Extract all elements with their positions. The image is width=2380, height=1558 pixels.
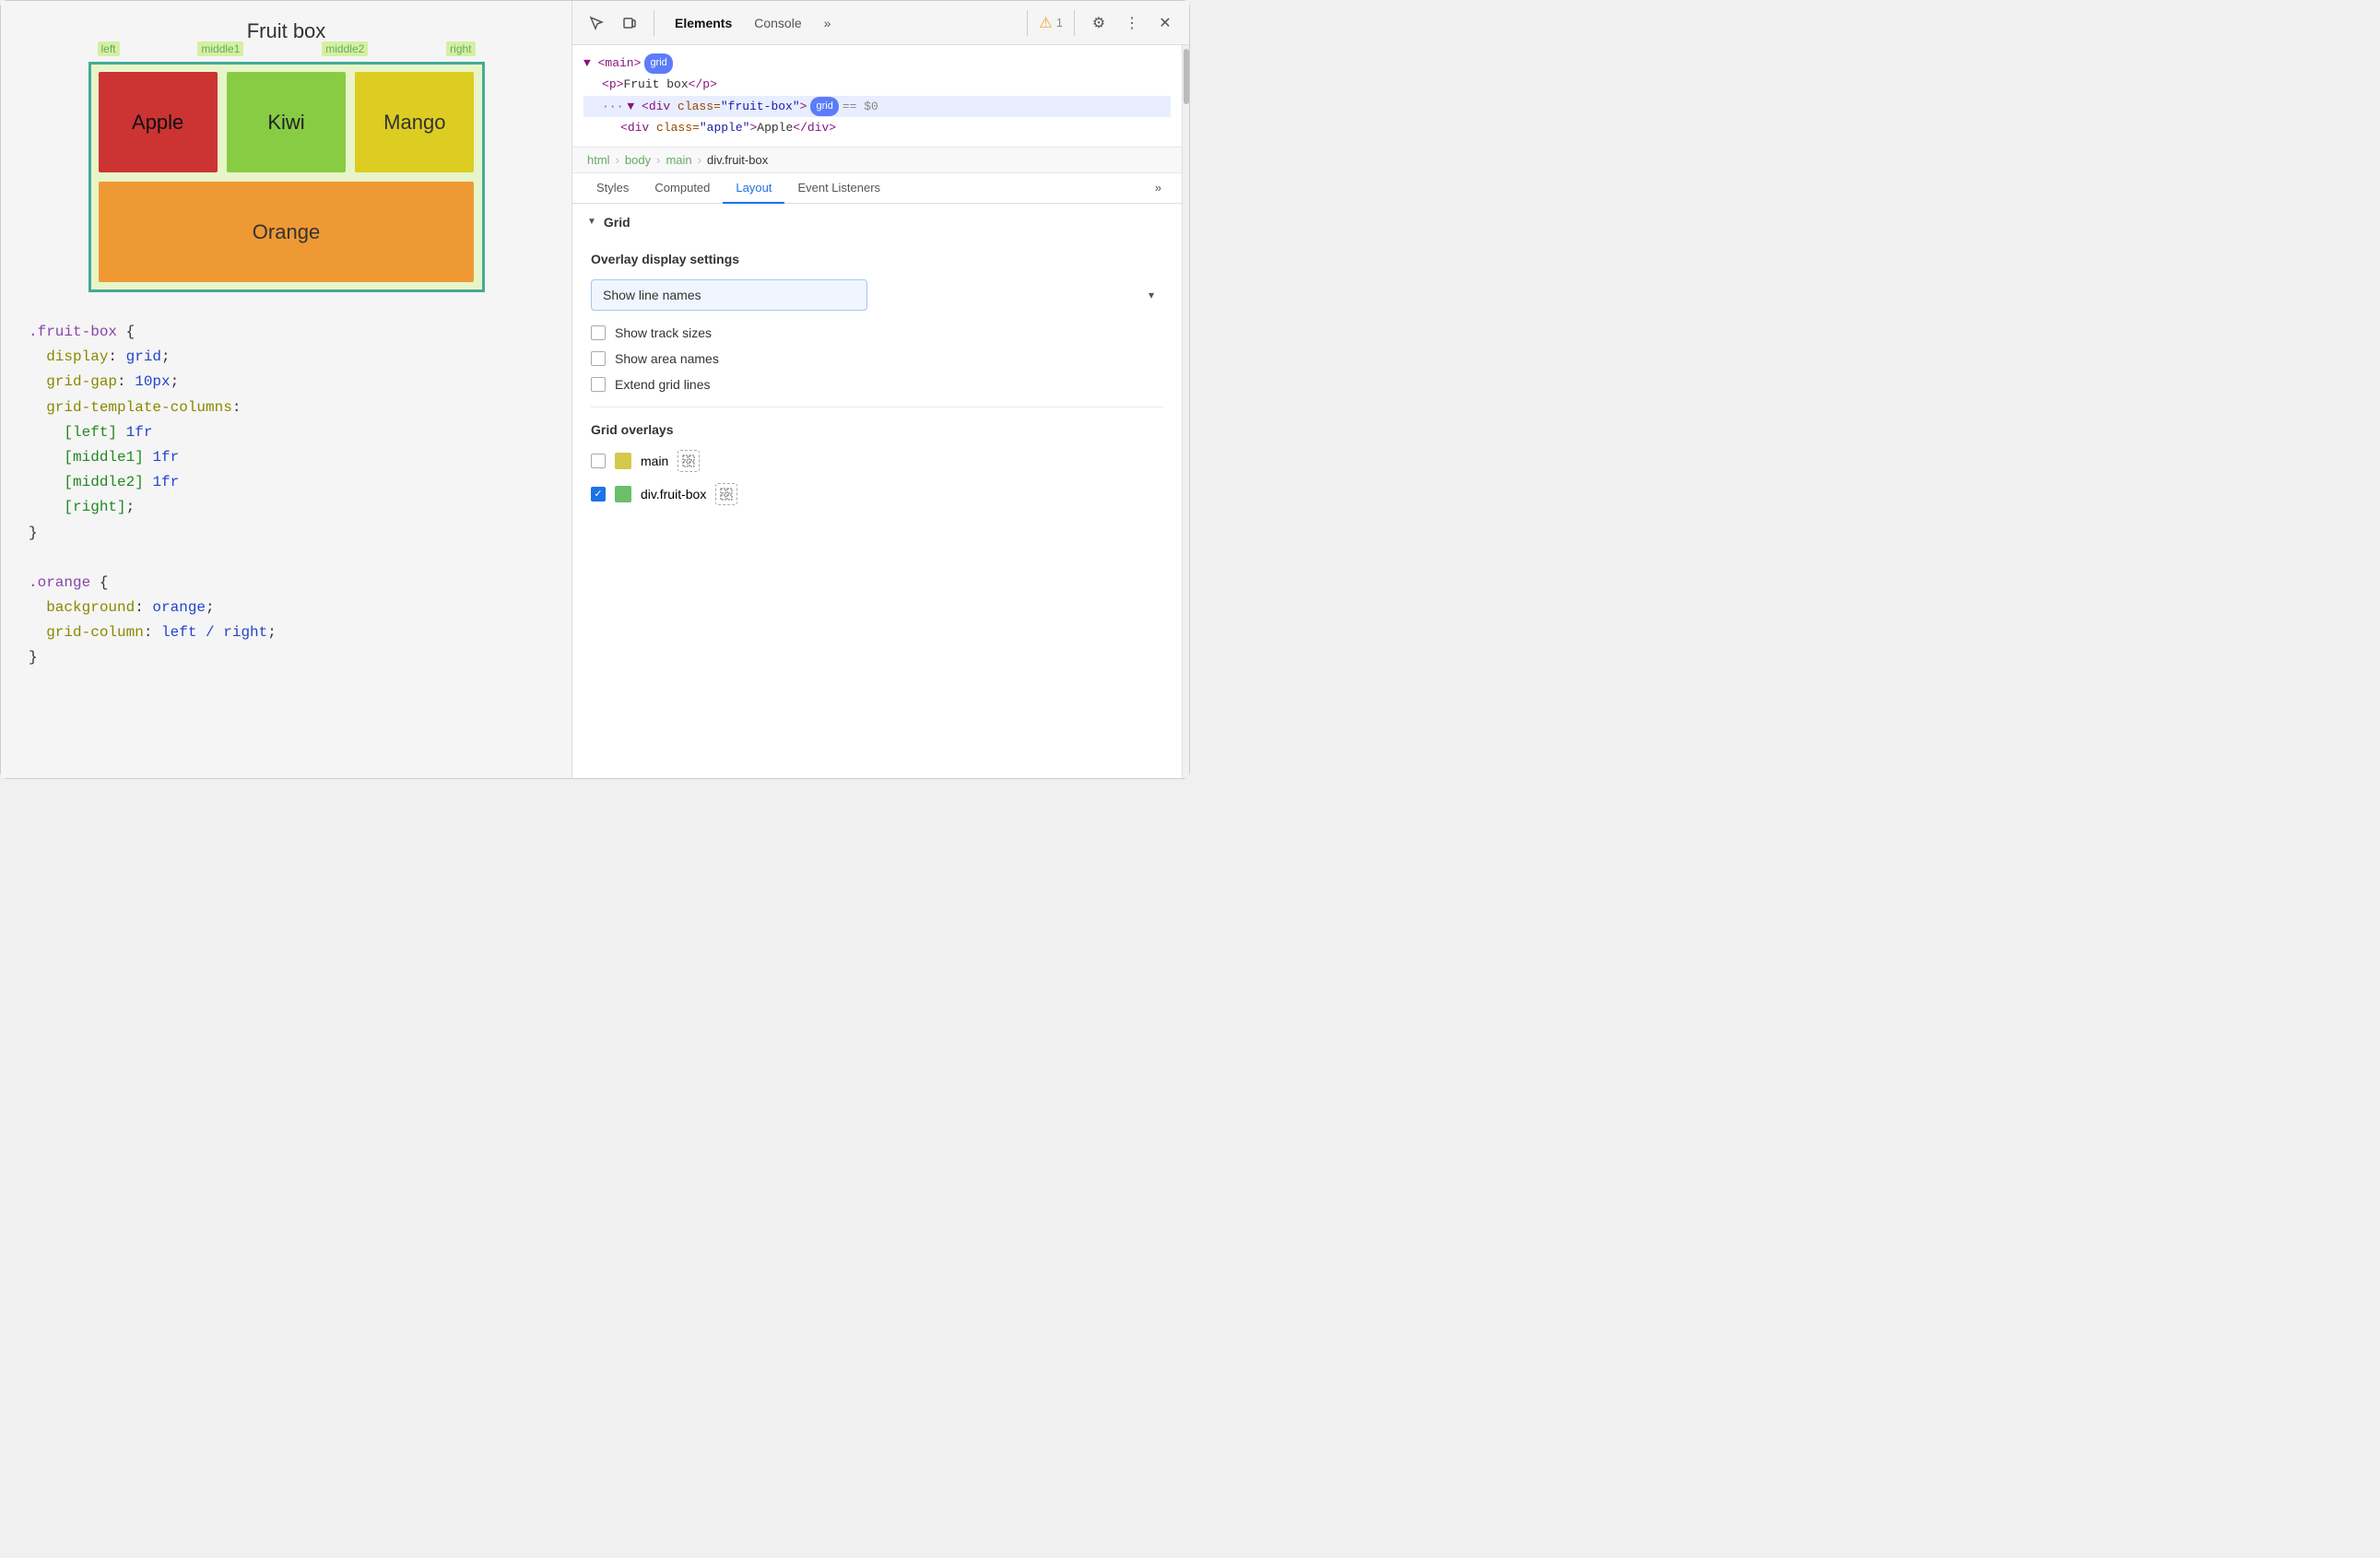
more-options-icon[interactable]: ⋮ [1119,10,1145,36]
warning-indicator[interactable]: ⚠ 1 [1039,14,1063,32]
label-middle1: middle1 [197,41,243,56]
apple-cell: Apple [99,72,218,172]
show-area-names-label: Show area names [615,351,719,366]
tab-console[interactable]: Console [745,12,810,34]
dropdown-wrapper: Show line names Show line numbers Hide l… [591,279,1163,311]
scrollbar-thumb[interactable] [1184,49,1189,104]
panel-title: Fruit box [247,19,326,43]
panel-inner: ▼ <main> grid <p>Fruit box</p> ··· ▼ <di… [572,45,1182,778]
bc-html[interactable]: html [583,151,614,169]
dom-line-apple[interactable]: <div class="apple">Apple</div> [583,117,1171,138]
show-area-names-checkbox[interactable] [591,351,606,366]
overlays-title: Grid overlays [591,422,1163,437]
grid-visualization: left middle1 middle2 right Apple Kiwi Ma… [88,62,485,292]
inspect-icon[interactable] [583,10,609,36]
code-line: display: grid; [29,345,544,370]
left-panel: Fruit box left middle1 middle2 right App… [1,1,572,778]
line-names-dropdown[interactable]: Show line names Show line numbers Hide l… [591,279,867,311]
grid-section-body: Overlay display settings Show line names… [572,241,1182,535]
overlay-main-checkbox[interactable] [591,454,606,468]
tab-more-panels[interactable]: » [1146,173,1171,204]
right-panel: Elements Console » ⚠ 1 ⚙ ⋮ ✕ ▼ <main> gr… [572,1,1189,778]
show-track-sizes-label: Show track sizes [615,325,712,340]
show-area-names-row: Show area names [591,351,1163,366]
tab-elements[interactable]: Elements [666,12,741,34]
code-line: grid-template-columns: [29,395,544,420]
extend-grid-lines-checkbox[interactable] [591,377,606,392]
label-right: right [446,41,475,56]
code-line: [middle2] 1fr [29,470,544,495]
code-line: grid-gap: 10px; [29,370,544,395]
show-track-sizes-checkbox[interactable] [591,325,606,340]
device-icon[interactable] [617,10,642,36]
grid-section-label: Grid [604,215,630,230]
grid-badge-main: grid [644,53,672,74]
code-line: .fruit-box { [29,320,544,345]
code-line: } [29,521,544,546]
code-line: [left] 1fr [29,420,544,445]
dom-line-p[interactable]: <p>Fruit box</p> [583,74,1171,95]
show-track-sizes-row: Show track sizes [591,325,1163,340]
right-content: ▼ <main> grid <p>Fruit box</p> ··· ▼ <di… [572,45,1189,778]
dom-tree: ▼ <main> grid <p>Fruit box</p> ··· ▼ <di… [572,45,1182,148]
overlay-fruit-box-icon-btn[interactable] [715,483,737,505]
overlay-row-fruit-box: ✓ div.fruit-box [591,483,1163,505]
code-line: background: orange; [29,596,544,620]
dom-line-main[interactable]: ▼ <main> grid [583,53,1171,74]
kiwi-cell: Kiwi [227,72,346,172]
label-middle2: middle2 [322,41,368,56]
tab-styles[interactable]: Styles [583,173,642,204]
toolbar-separator3 [1074,10,1075,36]
bc-fruit-box[interactable]: div.fruit-box [703,151,772,169]
overlay-main-label: main [641,454,668,468]
panel-tabs: Styles Computed Layout Event Listeners » [572,173,1182,204]
grid-line-labels: left middle1 middle2 right [98,41,476,56]
scrollbar[interactable] [1182,45,1189,778]
grid-section-header[interactable]: ▼ Grid [572,204,1182,241]
dropdown-arrow-icon: ▾ [1149,289,1154,301]
mango-cell: Mango [355,72,474,172]
code-line: [middle1] 1fr [29,445,544,470]
overlay-fruit-box-color[interactable] [615,486,631,502]
code-line: grid-column: left / right; [29,620,544,645]
orange-cell: Orange [99,182,475,282]
label-left: left [98,41,120,56]
toolbar-separator2 [1027,10,1028,36]
fruit-grid: Apple Kiwi Mango Orange [88,62,485,292]
settings-icon[interactable]: ⚙ [1086,10,1112,36]
grid-badge-fruit-box: grid [810,97,838,117]
breadcrumb: html › body › main › div.fruit-box [572,148,1182,173]
extend-grid-lines-row: Extend grid lines [591,377,1163,392]
tab-layout[interactable]: Layout [723,173,784,204]
code-line [29,546,544,571]
overlay-main-icon-btn[interactable] [677,450,700,472]
overlay-row-main: main [591,450,1163,472]
section-arrow: ▼ [587,217,596,227]
tab-more[interactable]: » [815,12,841,34]
warning-icon: ⚠ [1039,14,1052,32]
close-icon[interactable]: ✕ [1152,10,1178,36]
overlay-fruit-box-label: div.fruit-box [641,487,706,502]
tab-computed[interactable]: Computed [642,173,723,204]
overlay-main-color[interactable] [615,453,631,469]
overlay-fruit-box-checkbox[interactable]: ✓ [591,487,606,502]
extend-grid-lines-label: Extend grid lines [615,377,711,392]
bc-body[interactable]: body [621,151,654,169]
code-line: .orange { [29,571,544,596]
code-block: .fruit-box { display: grid; grid-gap: 10… [29,320,544,671]
tab-event-listeners[interactable]: Event Listeners [784,173,893,204]
code-line: } [29,645,544,670]
code-line: [right]; [29,495,544,520]
overlay-settings-title: Overlay display settings [591,252,1163,266]
bc-main[interactable]: main [662,151,695,169]
devtools-toolbar: Elements Console » ⚠ 1 ⚙ ⋮ ✕ [572,1,1189,45]
dom-line-fruit-box[interactable]: ··· ▼ <div class="fruit-box"> grid == $0 [583,96,1171,117]
warning-count: 1 [1056,16,1063,30]
layout-content: ▼ Grid Overlay display settings Show lin… [572,204,1182,778]
toolbar-tabs: Elements Console » [666,12,1016,34]
